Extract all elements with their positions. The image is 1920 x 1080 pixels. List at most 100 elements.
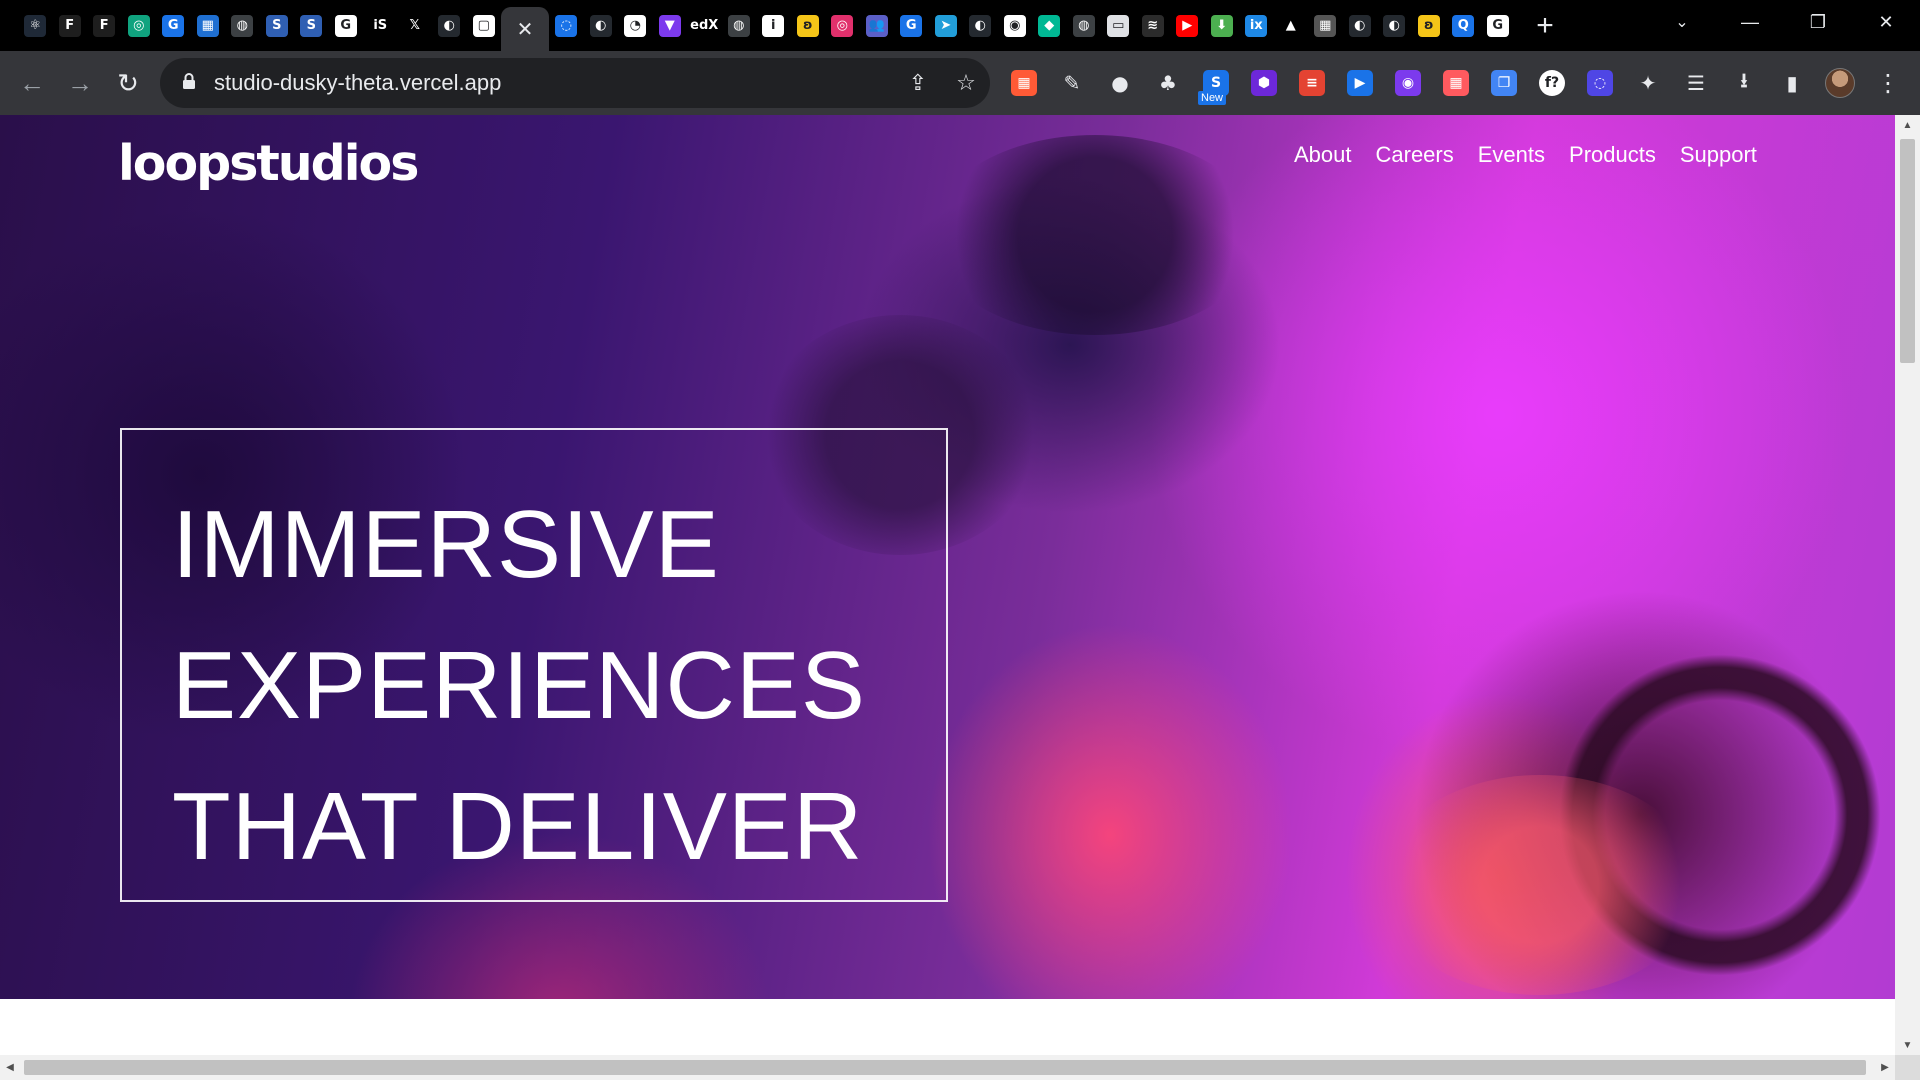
browser-tab[interactable]: ➤: [929, 0, 964, 51]
address-bar[interactable]: studio-dusky-theta.vercel.app ⇪ ☆: [160, 58, 990, 108]
scroll-right-arrow-icon[interactable]: ▶: [1875, 1055, 1895, 1080]
window-controls: — ❐ ✕: [1716, 0, 1920, 44]
browser-tab[interactable]: ◌: [549, 0, 584, 51]
cursor-icon[interactable]: ◉: [1384, 59, 1432, 107]
browser-tab[interactable]: G: [1481, 0, 1516, 51]
back-button[interactable]: ←: [8, 59, 56, 107]
browser-tab[interactable]: i: [756, 0, 791, 51]
browser-tab[interactable]: ◆: [1032, 0, 1067, 51]
reload-button[interactable]: ↻: [104, 59, 152, 107]
font-icon[interactable]: f?: [1528, 59, 1576, 107]
browser-tab[interactable]: ◐: [1343, 0, 1378, 51]
calendar-icon[interactable]: ▦: [1432, 59, 1480, 107]
browser-tab[interactable]: S: [294, 0, 329, 51]
scroll-left-arrow-icon[interactable]: ◀: [0, 1055, 20, 1080]
browser-tab[interactable]: 𝕏: [398, 0, 433, 51]
nav-link-careers[interactable]: Careers: [1376, 142, 1454, 168]
browser-tab[interactable]: ⬇: [1205, 0, 1240, 51]
nav-link-events[interactable]: Events: [1478, 142, 1545, 168]
browser-tab[interactable]: ◍: [722, 0, 757, 51]
browser-tab[interactable]: ◐: [432, 0, 467, 51]
butterfly-icon: ʚ: [1417, 14, 1440, 37]
browser-tab[interactable]: F: [53, 0, 88, 51]
browser-tab[interactable]: ◐: [584, 0, 619, 51]
bookmark-star-icon[interactable]: ☆: [942, 70, 990, 96]
browser-tab[interactable]: ▶: [1170, 0, 1205, 51]
scroll-down-arrow-icon[interactable]: ▼: [1895, 1035, 1920, 1055]
browser-tab[interactable]: ≋: [1136, 0, 1171, 51]
browser-tab[interactable]: ix: [1239, 0, 1274, 51]
google-icon: G: [1486, 14, 1509, 37]
sidepanel-icon[interactable]: ▮: [1768, 59, 1816, 107]
vertical-scroll-thumb[interactable]: [1900, 139, 1915, 363]
browser-tab[interactable]: ◐: [1377, 0, 1412, 51]
restore-button[interactable]: ❐: [1784, 0, 1852, 44]
mouse-icon[interactable]: ●: [1096, 59, 1144, 107]
new-tab-button[interactable]: +: [1525, 6, 1565, 46]
copy-icon[interactable]: ❐: [1480, 59, 1528, 107]
close-window-button[interactable]: ✕: [1852, 0, 1920, 44]
vertical-scrollbar[interactable]: ▲ ▼: [1895, 115, 1920, 1055]
browser-tab[interactable]: ◐: [963, 0, 998, 51]
browser-tab[interactable]: ◉: [998, 0, 1033, 51]
browser-tab[interactable]: ʚ: [791, 0, 826, 51]
browser-tab[interactable]: ▭: [1101, 0, 1136, 51]
todoist-icon[interactable]: ≡: [1288, 59, 1336, 107]
browser-tab[interactable]: S: [260, 0, 295, 51]
nav-link-products[interactable]: Products: [1569, 142, 1656, 168]
browser-tab[interactable]: ▲: [1274, 0, 1309, 51]
github-icon: ◐: [589, 14, 612, 37]
browser-tab[interactable]: ◔: [618, 0, 653, 51]
share-icon[interactable]: ⇪: [894, 70, 942, 96]
browser-tab[interactable]: G: [894, 0, 929, 51]
browser-tab[interactable]: 👥: [860, 0, 895, 51]
chatgpt-icon: ◎: [127, 14, 150, 37]
url-text[interactable]: studio-dusky-theta.vercel.app: [214, 70, 894, 96]
browser-tab[interactable]: ▦: [1308, 0, 1343, 51]
browser-tab[interactable]: ⚛: [18, 0, 53, 51]
pencil-icon[interactable]: ✎: [1048, 59, 1096, 107]
browser-tab[interactable]: ◍: [225, 0, 260, 51]
browser-tab[interactable]: G: [329, 0, 364, 51]
s-extension-icon[interactable]: S New: [1192, 59, 1240, 107]
profile-avatar[interactable]: [1816, 59, 1864, 107]
puzzle-icon[interactable]: ✦: [1624, 59, 1672, 107]
tree-icon[interactable]: ♣: [1144, 59, 1192, 107]
browser-tab[interactable]: ▦: [191, 0, 226, 51]
browser-menu-icon[interactable]: ⋮: [1864, 59, 1912, 107]
swirl-icon[interactable]: ◌: [1576, 59, 1624, 107]
browser-tab[interactable]: ✕: [501, 7, 549, 51]
color-picker-icon[interactable]: ▦: [1000, 59, 1048, 107]
forward-button[interactable]: →: [56, 59, 104, 107]
lock-icon[interactable]: [182, 72, 202, 95]
close-icon[interactable]: ✕: [517, 17, 534, 42]
browser-tab[interactable]: G: [156, 0, 191, 51]
browser-tab[interactable]: iS: [363, 0, 398, 51]
browser-tab[interactable]: Q: [1446, 0, 1481, 51]
browser-tab[interactable]: ◍: [1067, 0, 1102, 51]
clock-icon: ◔: [624, 14, 647, 37]
browser-tab[interactable]: F: [87, 0, 122, 51]
horizontal-scroll-thumb[interactable]: [24, 1060, 1866, 1075]
browser-tab[interactable]: ʚ: [1412, 0, 1447, 51]
reading-list-icon[interactable]: ☰: [1672, 59, 1720, 107]
shield-icon[interactable]: ⬢: [1240, 59, 1288, 107]
scroll-up-arrow-icon[interactable]: ▲: [1895, 115, 1920, 135]
nav-link-support[interactable]: Support: [1680, 142, 1757, 168]
download-icon[interactable]: ⭳: [1720, 59, 1768, 107]
horizontal-scrollbar[interactable]: ◀ ▶: [0, 1055, 1895, 1080]
browser-tab[interactable]: ▼: [653, 0, 688, 51]
nav-link-about[interactable]: About: [1294, 142, 1352, 168]
tab-search-icon[interactable]: ⌄: [1660, 0, 1704, 44]
sidepanel-icon-glyph: ▮: [1779, 70, 1805, 96]
browser-tab[interactable]: ▢: [467, 0, 502, 51]
browser-tab[interactable]: ◎: [122, 0, 157, 51]
minimize-button[interactable]: —: [1716, 0, 1784, 44]
loader-icon: ◌: [555, 14, 578, 37]
site-logo[interactable]: loopstudios: [118, 135, 419, 192]
tree-icon-glyph: ♣: [1155, 70, 1181, 96]
tab-icon[interactable]: ▶: [1336, 59, 1384, 107]
hero-headline-box: IMMERSIVE EXPERIENCES THAT DELIVER: [120, 428, 948, 902]
browser-tab[interactable]: edX: [687, 0, 722, 51]
browser-tab[interactable]: ◎: [825, 0, 860, 51]
